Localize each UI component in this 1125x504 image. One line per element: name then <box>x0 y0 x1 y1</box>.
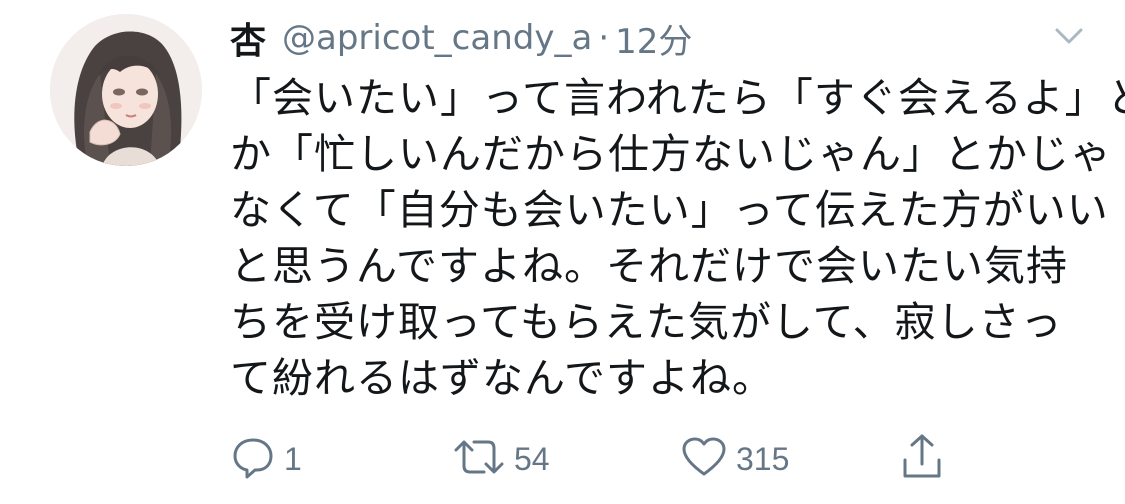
tweet-text-line: 「会いたい」って言われたら「すぐ会えるよ」と <box>230 74 1125 122</box>
tweet-actions: 1 54 315 <box>230 432 950 486</box>
timestamp[interactable]: 12分 <box>615 14 692 63</box>
tweet-text: 「会いたい」って言われたら「すぐ会えるよ」と か「忙しいんだから仕方ないじゃん」… <box>230 70 1125 406</box>
like-button[interactable]: 315 <box>680 432 789 486</box>
user-handle[interactable]: @apricot_candy_a <box>282 18 592 58</box>
share-button[interactable] <box>900 432 944 486</box>
share-icon <box>900 432 944 486</box>
retweet-count: 54 <box>514 440 550 477</box>
chevron-down-icon[interactable] <box>1051 22 1087 50</box>
tweet-text-line: か「忙しいんだから仕方ないじゃん」とかじゃ <box>230 130 1112 178</box>
reply-count: 1 <box>284 440 302 477</box>
tweet-header: 杏 @apricot_candy_a · 12分 <box>230 14 692 62</box>
tweet-text-line: ちを受け取ってもらえた気がして、寂しさっ <box>230 298 1063 346</box>
reply-icon <box>230 434 276 484</box>
retweet-icon <box>452 434 506 484</box>
tweet-text-line: て紛れるはずなんですよね。 <box>230 354 774 402</box>
reply-button[interactable]: 1 <box>230 432 302 486</box>
like-count: 315 <box>736 440 790 477</box>
tweet-card[interactable]: 杏 @apricot_candy_a · 12分 「会いたい」って言われたら「す… <box>0 0 1125 504</box>
retweet-button[interactable]: 54 <box>452 432 550 486</box>
display-name[interactable]: 杏 <box>230 12 266 64</box>
avatar[interactable] <box>50 14 202 166</box>
heart-icon <box>680 434 728 484</box>
tweet-text-line: なくて「自分も会いたい」って伝えた方がいい <box>230 186 1109 234</box>
avatar-illustration <box>50 14 202 166</box>
tweet-text-line: と思うんですよね。それだけで会いたい気持 <box>230 242 1068 290</box>
separator-dot: · <box>598 18 610 58</box>
